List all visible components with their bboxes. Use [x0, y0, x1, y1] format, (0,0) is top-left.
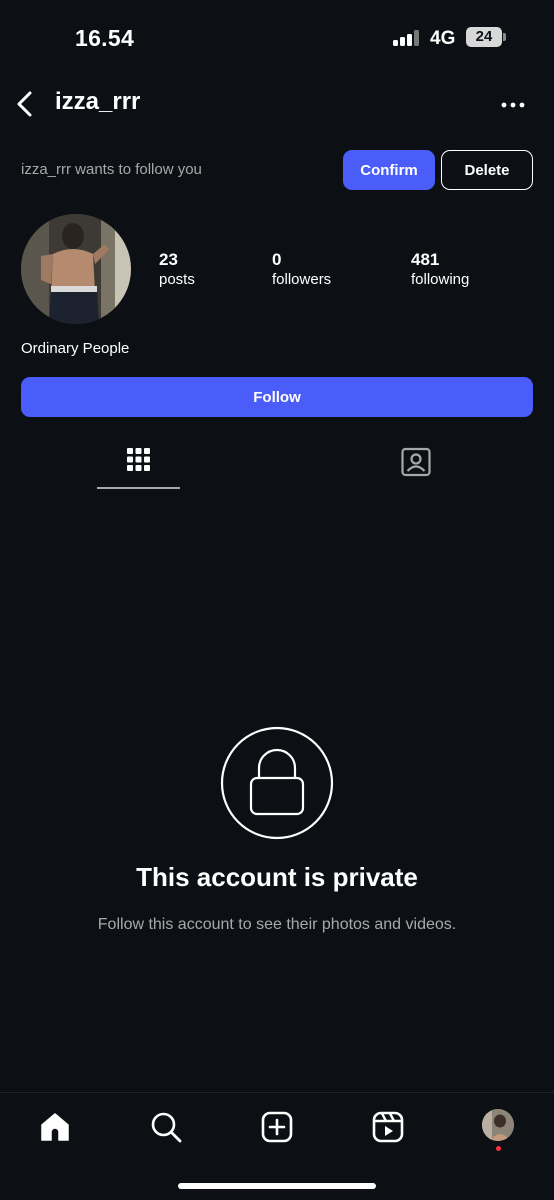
profile-page: 16.54 4G 24 izza_rrr izza_rrr wants to f…	[0, 0, 554, 1200]
private-account-title: This account is private	[136, 862, 418, 892]
home-icon	[41, 1113, 69, 1141]
reels-icon	[372, 1111, 404, 1143]
profile-username: izza_rrr	[55, 88, 141, 115]
back-button[interactable]	[12, 88, 40, 120]
posts-count: 23	[159, 250, 178, 269]
active-tab-indicator	[97, 487, 180, 489]
tagged-person-icon	[401, 447, 431, 477]
more-options-button[interactable]	[496, 94, 530, 116]
following-count: 481	[411, 250, 440, 269]
stat-followers[interactable]: 0 followers	[272, 250, 331, 288]
following-label: following	[411, 271, 470, 288]
battery-icon: 24	[466, 27, 502, 47]
create-post-icon	[261, 1111, 293, 1143]
nav-profile-avatar[interactable]	[482, 1109, 514, 1141]
posts-label: posts	[159, 271, 195, 288]
followers-label: followers	[272, 271, 332, 288]
nav-home[interactable]	[38, 1110, 72, 1144]
status-time: 16.54	[75, 25, 135, 51]
stat-posts[interactable]: 23 posts	[159, 250, 195, 288]
chevron-left-icon	[17, 91, 32, 117]
tab-posts-grid[interactable]	[97, 440, 180, 490]
search-icon	[151, 1112, 182, 1143]
stat-following[interactable]: 481 following	[411, 250, 469, 288]
notification-dot	[496, 1146, 501, 1151]
nav-avatar-image	[482, 1109, 514, 1141]
signal-strength-icon	[393, 30, 420, 46]
more-horizontal-icon	[501, 102, 525, 108]
network-type: 4G	[430, 28, 456, 49]
avatar-image	[21, 214, 131, 324]
private-account-subtitle: Follow this account to see their photos …	[97, 916, 457, 933]
confirm-button[interactable]: Confirm	[343, 150, 435, 190]
profile-name: Ordinary People	[21, 340, 130, 357]
grid-icon	[127, 448, 150, 471]
followers-count: 0	[272, 250, 282, 269]
battery-level: 24	[475, 28, 493, 45]
tab-tagged[interactable]	[374, 440, 457, 490]
nav-search[interactable]	[149, 1110, 183, 1144]
follow-button[interactable]: Follow	[21, 377, 533, 417]
battery-tip	[503, 33, 506, 41]
nav-create[interactable]	[260, 1110, 294, 1144]
nav-reels[interactable]	[371, 1110, 405, 1144]
delete-button[interactable]: Delete	[441, 150, 533, 190]
status-bar: 16.54 4G 24	[0, 0, 554, 76]
follow-request-text: izza_rrr wants to follow you	[21, 161, 202, 178]
profile-avatar[interactable]	[21, 214, 131, 324]
lock-icon	[220, 726, 334, 840]
home-indicator	[178, 1183, 376, 1189]
